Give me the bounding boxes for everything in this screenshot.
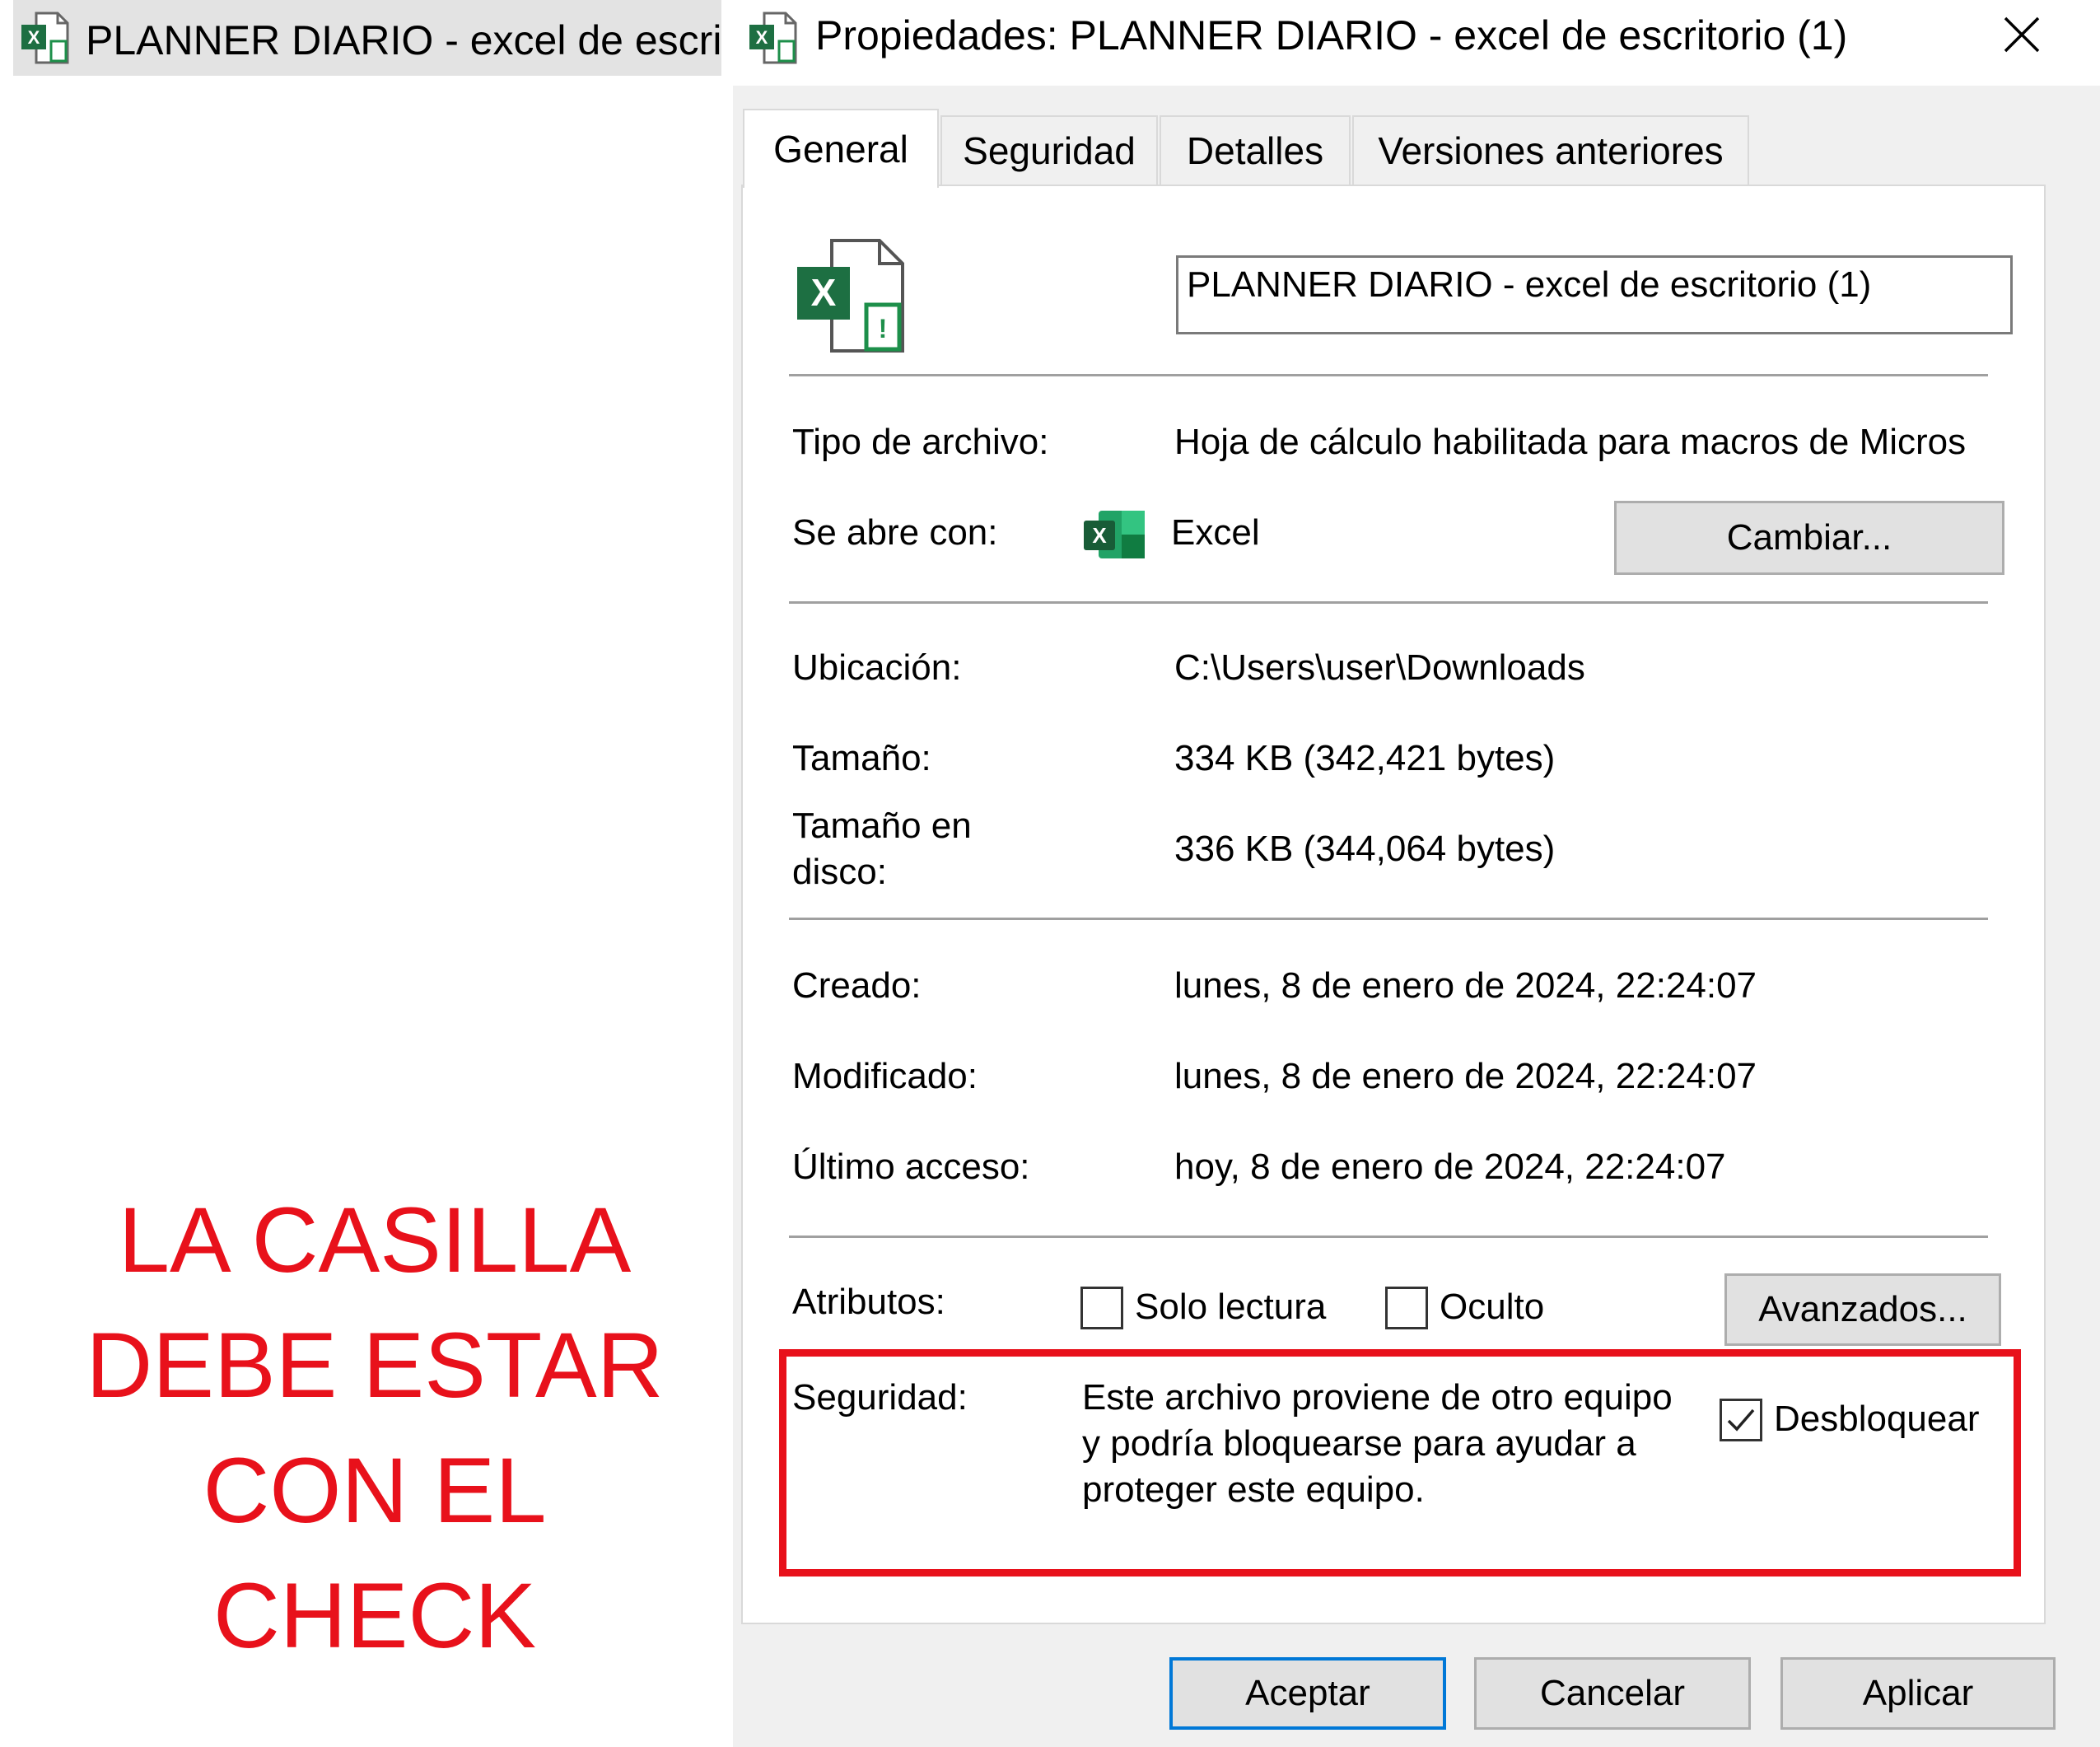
svg-text:X: X (756, 27, 768, 48)
readonly-label[interactable]: Solo lectura (1135, 1287, 1326, 1328)
created-value: lunes, 8 de enero de 2024, 22:24:07 (1174, 965, 1757, 1006)
file-name-field[interactable] (1176, 255, 2013, 334)
size-on-disk-label: Tamaño en (792, 806, 972, 846)
opens-with-value: Excel (1171, 512, 1260, 553)
dialog-titlebar[interactable]: X Propiedades: PLANNER DIARIO - excel de… (733, 0, 2100, 86)
size-label: Tamaño: (792, 738, 931, 778)
highlight-annotation-box (779, 1349, 2021, 1577)
location-value: C:\Users\user\Downloads (1174, 647, 1585, 688)
size-on-disk-value: 336 KB (344,064 bytes) (1174, 829, 1556, 869)
readonly-checkbox[interactable] (1080, 1287, 1123, 1329)
separator (789, 918, 1988, 920)
annotation-line: CON EL CHECK (203, 1439, 547, 1667)
svg-text:!: ! (879, 314, 888, 343)
background-window-title: PLANNER DIARIO - excel de escritorio (1) (86, 17, 720, 63)
size-on-disk-label: disco: (792, 852, 887, 892)
change-button[interactable]: Cambiar... (1614, 501, 2004, 575)
separator (789, 1236, 1988, 1238)
opens-with-label: Se abre con: (792, 512, 998, 553)
created-label: Creado: (792, 965, 922, 1006)
tab-label: General (773, 128, 908, 170)
ok-button[interactable]: Aceptar (1169, 1657, 1446, 1730)
tab-detalles[interactable]: Detalles (1160, 115, 1351, 185)
advanced-button-label: Avanzados... (1758, 1289, 1967, 1329)
modified-label: Modificado: (792, 1056, 978, 1096)
separator (789, 374, 1988, 376)
excel-file-icon: X (18, 10, 76, 72)
hidden-label[interactable]: Oculto (1440, 1287, 1544, 1328)
apply-button-label: Aplicar (1862, 1673, 1974, 1713)
tab-label: Versiones anteriores (1378, 129, 1724, 172)
attributes-label: Atributos: (792, 1282, 945, 1322)
svg-text:X: X (811, 271, 837, 314)
separator (789, 601, 1988, 604)
tab-general[interactable]: General (743, 109, 939, 188)
hidden-checkbox[interactable] (1385, 1287, 1428, 1329)
annotation-line: DEBE ESTAR (86, 1314, 664, 1417)
file-type-label: Tipo de archivo: (792, 422, 1049, 462)
cancel-button-label: Cancelar (1539, 1673, 1686, 1713)
modified-value: lunes, 8 de enero de 2024, 22:24:07 (1174, 1056, 1757, 1096)
apply-button[interactable]: Aplicar (1780, 1657, 2056, 1730)
close-icon (2004, 16, 2040, 53)
tab-seguridad[interactable]: Seguridad (940, 115, 1158, 185)
excel-file-icon: X (746, 10, 804, 72)
svg-text:X: X (1092, 523, 1107, 548)
accessed-label: Último acceso: (792, 1147, 1030, 1187)
dialog-title: Propiedades: PLANNER DIARIO - excel de e… (815, 12, 1848, 58)
svg-text:X: X (28, 27, 40, 48)
background-window-titlebar[interactable]: X PLANNER DIARIO - excel de escritorio (… (13, 0, 721, 76)
excel-macro-file-icon: X ! (792, 236, 916, 363)
general-tab-panel: X ! Tipo de archivo: Hoja de cálculo hab… (741, 185, 2046, 1624)
change-button-label: Cambiar... (1726, 517, 1892, 558)
annotation-text: LA CASILLA DEBE ESTAR CON EL CHECK (33, 1178, 716, 1679)
tab-versiones-anteriores[interactable]: Versiones anteriores (1352, 115, 1749, 185)
file-type-value: Hoja de cálculo habilitada para macros d… (1174, 422, 1967, 462)
tab-label: Detalles (1186, 129, 1324, 172)
tab-label: Seguridad (963, 129, 1136, 172)
advanced-button[interactable]: Avanzados... (1724, 1273, 2001, 1346)
location-label: Ubicación: (792, 647, 962, 688)
cancel-button[interactable]: Cancelar (1474, 1657, 1751, 1730)
size-value: 334 KB (342,421 bytes) (1174, 738, 1556, 778)
annotation-line: LA CASILLA (118, 1189, 632, 1292)
close-button[interactable] (1976, 0, 2067, 69)
excel-app-icon: X (1082, 509, 1146, 564)
ok-button-label: Aceptar (1245, 1673, 1370, 1713)
accessed-value: hoy, 8 de enero de 2024, 22:24:07 (1174, 1147, 1726, 1187)
properties-dialog: X Propiedades: PLANNER DIARIO - excel de… (733, 0, 2100, 1747)
